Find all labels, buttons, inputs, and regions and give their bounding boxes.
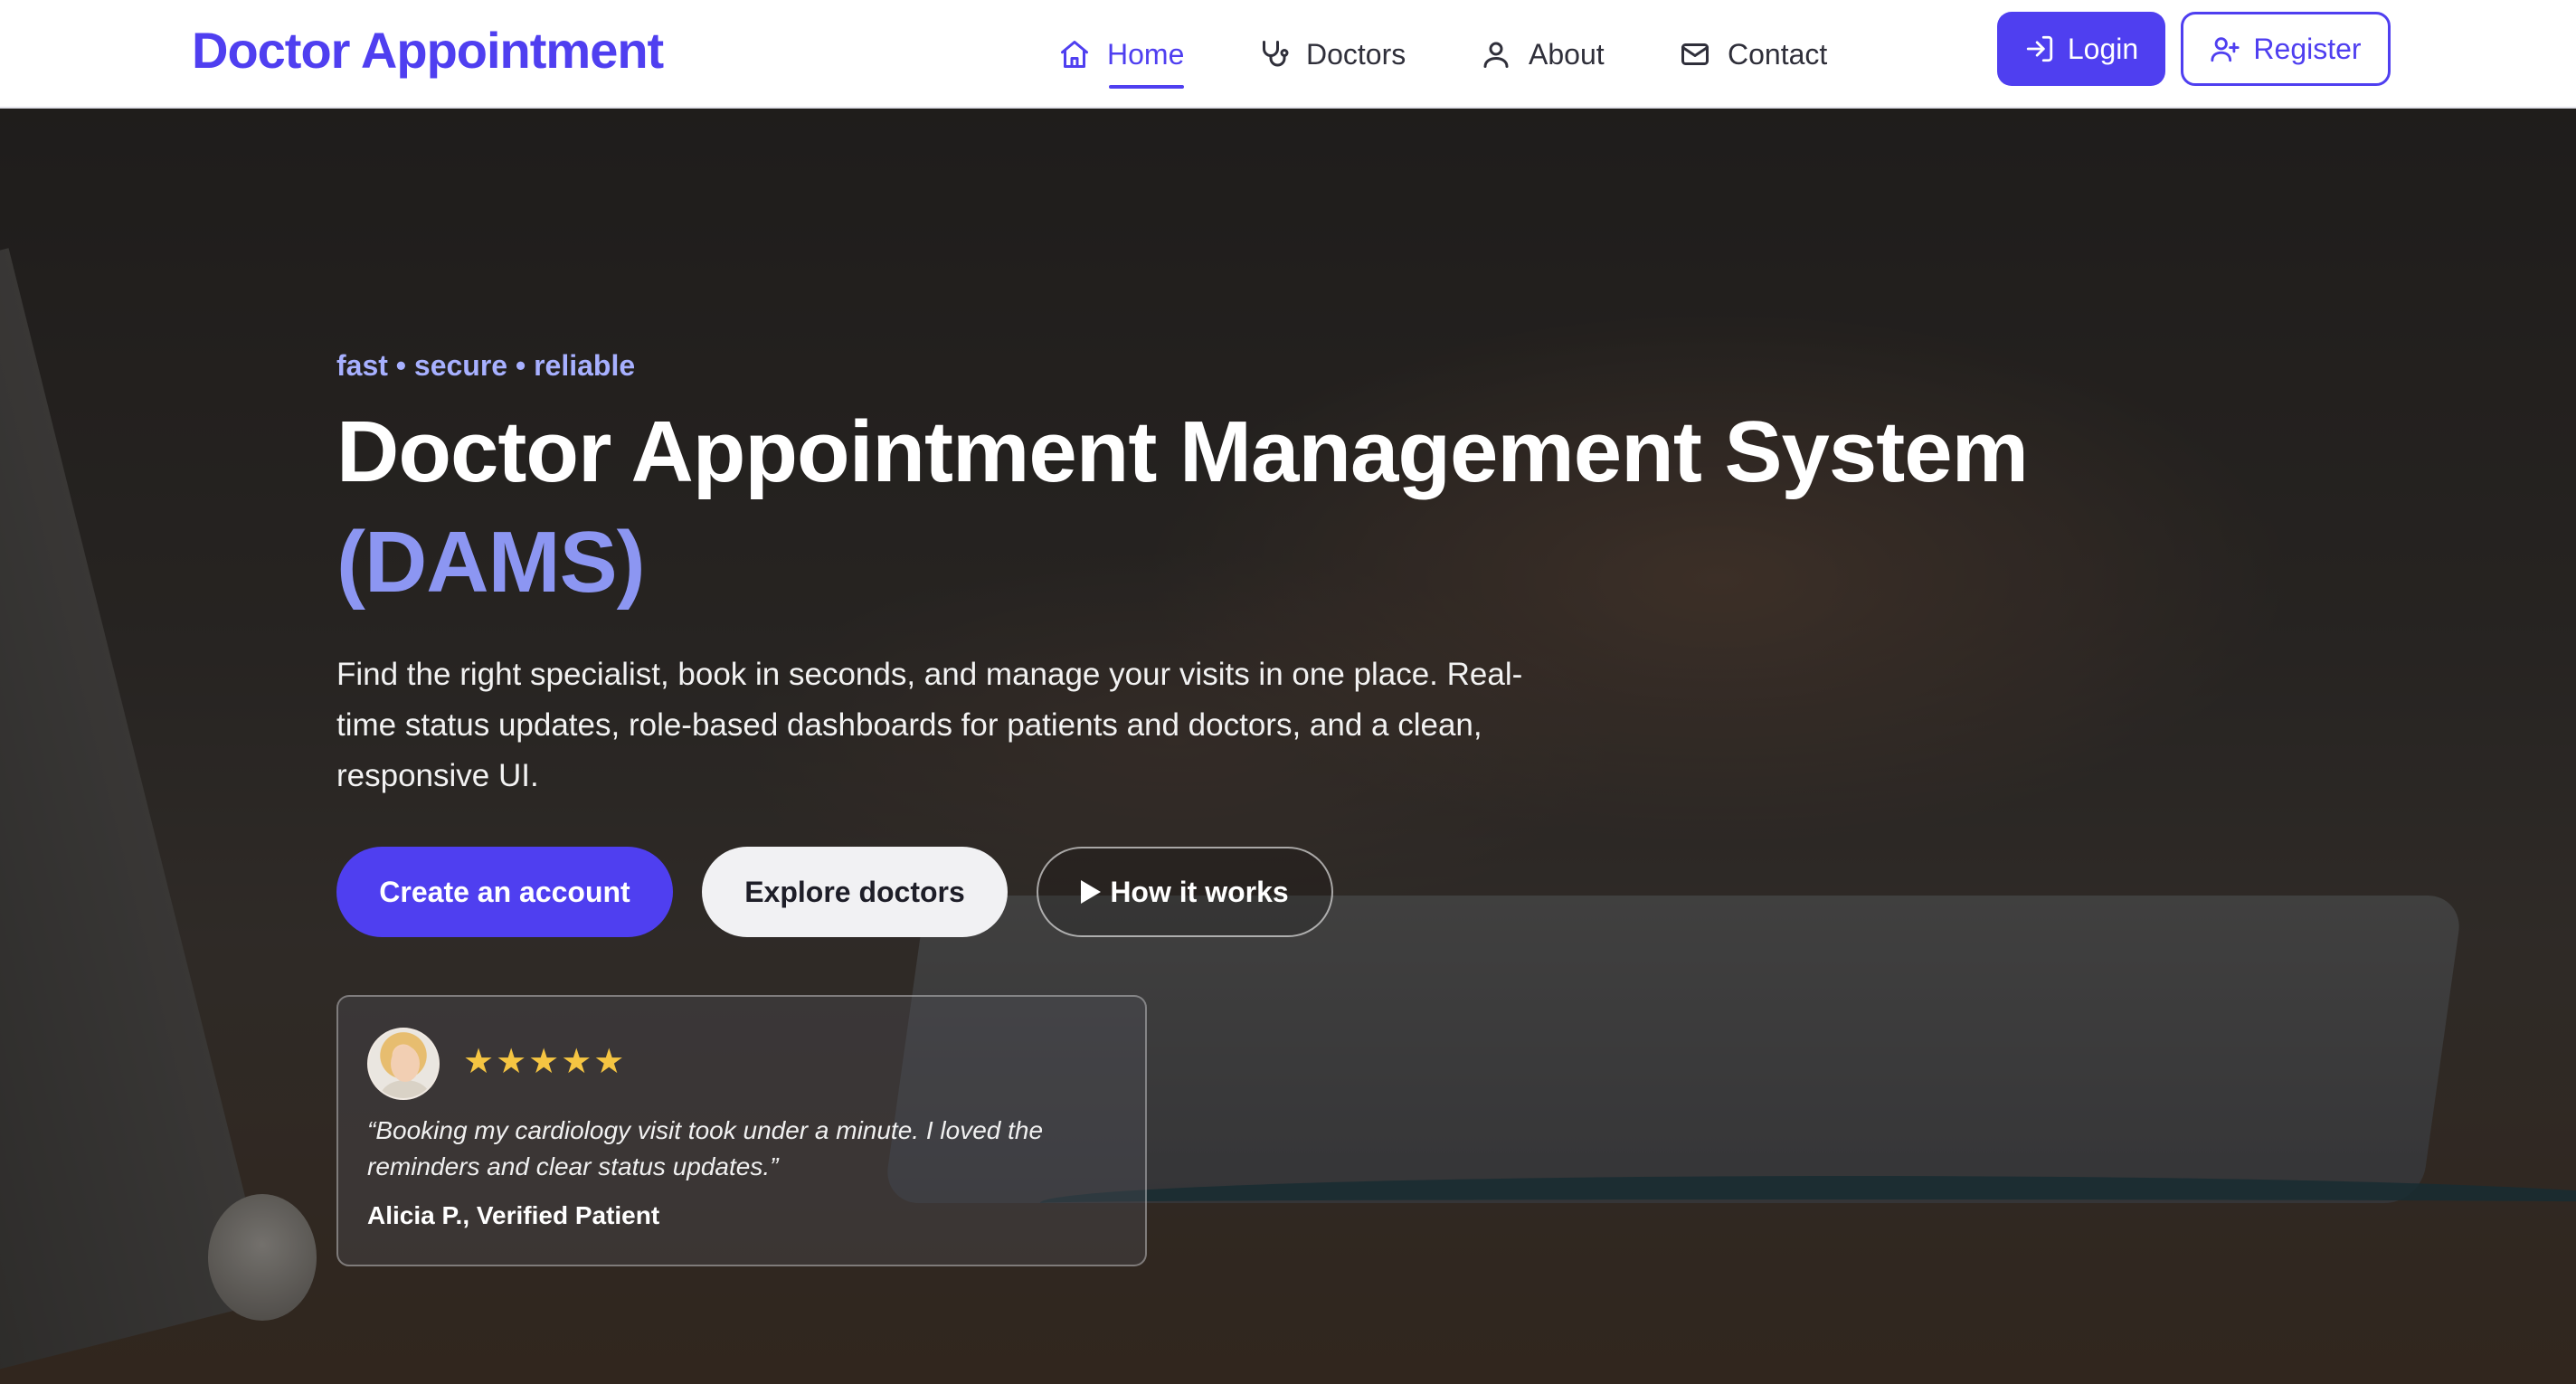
login-icon [2026, 35, 2053, 62]
avatar [367, 1028, 440, 1100]
mail-icon [1681, 43, 1709, 65]
user-icon [1483, 42, 1509, 68]
explore-doctors-label: Explore doctors [744, 875, 965, 908]
nav-link-home[interactable]: Home [1058, 25, 1185, 89]
star-rating: ★★★★★ [463, 1043, 627, 1081]
register-button[interactable]: Register [2181, 12, 2391, 86]
hero-description: Find the right specialist, book in secon… [336, 657, 1523, 793]
create-account-button[interactable]: Create an account [336, 847, 673, 937]
hero-title-highlight: (DAMS) [336, 514, 646, 611]
nav-link-contact[interactable]: Contact [1679, 25, 1827, 83]
nav-link-about-label: About [1529, 37, 1605, 71]
active-underline [1109, 85, 1185, 89]
brand-logo[interactable]: Doctor Appointment [192, 20, 664, 81]
how-it-works-button[interactable]: How it works [1037, 847, 1333, 937]
nav-link-doctors-label: Doctors [1306, 37, 1406, 71]
testimonial-author: Alicia P., Verified Patient [367, 1201, 660, 1229]
home-icon [1061, 41, 1088, 68]
testimonial-quote: “Booking my cardiology visit took under … [367, 1116, 1044, 1180]
testimonial-card: ★★★★★ “Booking my cardiology visit took … [336, 995, 1147, 1266]
navbar: Doctor Appointment Home Doctors About Co… [0, 0, 2576, 109]
play-icon [1081, 880, 1102, 904]
register-label: Register [2253, 32, 2362, 65]
stethoscope-icon [1263, 41, 1289, 67]
login-button[interactable]: Login [1997, 12, 2165, 86]
nav-link-about[interactable]: About [1480, 25, 1605, 83]
user-plus-icon [2211, 37, 2240, 62]
how-it-works-label: How it works [1110, 875, 1289, 908]
nav-link-home-label: Home [1107, 37, 1185, 71]
nav-link-contact-label: Contact [1728, 37, 1828, 71]
nav-link-doctors[interactable]: Doctors [1257, 25, 1406, 83]
login-label: Login [2067, 32, 2139, 65]
hero-section: fast • secure • reliable Doctor Appointm… [0, 109, 2576, 1384]
explore-doctors-button[interactable]: Explore doctors [702, 847, 1008, 937]
create-account-label: Create an account [379, 875, 630, 908]
hero-tagline: fast • secure • reliable [336, 349, 636, 382]
hero-title: Doctor Appointment Management System [336, 403, 2029, 500]
